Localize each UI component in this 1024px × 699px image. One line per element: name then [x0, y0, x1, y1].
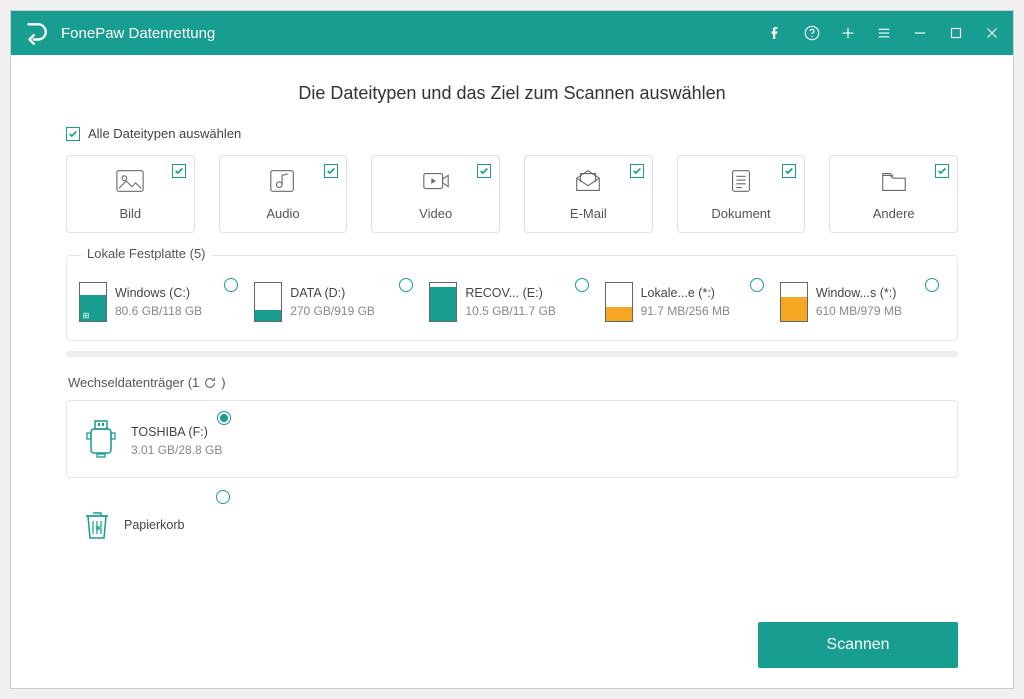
- main-content: Die Dateitypen und das Ziel zum Scannen …: [11, 55, 1013, 688]
- plus-icon[interactable]: [839, 24, 857, 42]
- card-image-label: Bild: [119, 206, 141, 221]
- card-other[interactable]: Andere: [829, 155, 958, 233]
- card-document-label: Dokument: [711, 206, 770, 221]
- audio-icon: [268, 167, 298, 200]
- drive-size: 91.7 MB/256 MB: [641, 304, 730, 318]
- card-image-checkbox[interactable]: [172, 164, 186, 178]
- drive-info: Window...s (*:) 610 MB/979 MB: [816, 282, 902, 318]
- drive-info: DATA (D:) 270 GB/919 GB: [290, 282, 375, 318]
- app-title: FonePaw Datenrettung: [61, 25, 767, 42]
- card-audio-checkbox[interactable]: [324, 164, 338, 178]
- drive-info: Lokale...e (*:) 91.7 MB/256 MB: [641, 282, 730, 318]
- windows-badge-icon: ⊞: [81, 310, 91, 320]
- drive-size: 10.5 GB/11.7 GB: [465, 304, 556, 318]
- drive-name: RECOV... (E:): [465, 286, 556, 300]
- scan-button[interactable]: Scannen: [758, 622, 958, 668]
- drive-radio[interactable]: [750, 278, 764, 292]
- drives-row: ⊞ Windows (C:) 80.6 GB/118 GB DATA (D:) …: [79, 282, 945, 322]
- disk-icon: ⊞: [79, 282, 107, 322]
- drive-radio[interactable]: [224, 278, 238, 292]
- folder-icon: [879, 167, 909, 200]
- disk-icon: [605, 282, 633, 322]
- menu-icon[interactable]: [875, 24, 893, 42]
- drive-radio[interactable]: [575, 278, 589, 292]
- app-window: FonePaw Datenrettung Die Dateitypen und …: [10, 10, 1014, 689]
- removable-drive-size: 3.01 GB/28.8 GB: [131, 443, 222, 457]
- removable-drive-info: TOSHIBA (F:) 3.01 GB/28.8 GB: [131, 421, 222, 457]
- card-email[interactable]: E-Mail: [524, 155, 653, 233]
- drive-item[interactable]: Lokale...e (*:) 91.7 MB/256 MB: [605, 282, 770, 322]
- drive-item[interactable]: Window...s (*:) 610 MB/979 MB: [780, 282, 945, 322]
- app-logo-icon: [23, 20, 49, 46]
- card-other-label: Andere: [873, 206, 915, 221]
- removable-section-label: Wechseldatenträger (1 ): [68, 375, 958, 390]
- card-image[interactable]: Bild: [66, 155, 195, 233]
- help-icon[interactable]: [803, 24, 821, 42]
- card-email-checkbox[interactable]: [630, 164, 644, 178]
- drive-info: Windows (C:) 80.6 GB/118 GB: [115, 282, 202, 318]
- drive-name: Windows (C:): [115, 286, 202, 300]
- drive-radio[interactable]: [925, 278, 939, 292]
- image-icon: [115, 167, 145, 200]
- window-controls: [767, 24, 1001, 42]
- drive-name: Window...s (*:): [816, 286, 902, 300]
- recycle-bin[interactable]: Papierkorb: [66, 500, 958, 542]
- disk-icon: [429, 282, 457, 322]
- card-document-checkbox[interactable]: [782, 164, 796, 178]
- refresh-icon[interactable]: [203, 376, 217, 390]
- email-icon: [573, 167, 603, 200]
- recycle-bin-icon: [82, 508, 112, 542]
- local-drives-label: Lokale Festplatte (5): [81, 246, 212, 261]
- recycle-radio[interactable]: [216, 490, 230, 504]
- card-document[interactable]: Dokument: [677, 155, 806, 233]
- card-video-label: Video: [419, 206, 452, 221]
- local-drives-group: Lokale Festplatte (5) ⊞ Windows (C:) 80.…: [66, 255, 958, 341]
- drive-name: Lokale...e (*:): [641, 286, 730, 300]
- drive-size: 610 MB/979 MB: [816, 304, 902, 318]
- card-audio-label: Audio: [266, 206, 299, 221]
- drive-name: DATA (D:): [290, 286, 375, 300]
- drive-size: 270 GB/919 GB: [290, 304, 375, 318]
- card-other-checkbox[interactable]: [935, 164, 949, 178]
- titlebar: FonePaw Datenrettung: [11, 11, 1013, 55]
- card-email-label: E-Mail: [570, 206, 607, 221]
- document-icon: [726, 167, 756, 200]
- select-all-label: Alle Dateitypen auswählen: [88, 126, 241, 141]
- recycle-bin-label: Papierkorb: [124, 518, 184, 532]
- horizontal-scrollbar[interactable]: [66, 351, 958, 357]
- drive-size: 80.6 GB/118 GB: [115, 304, 202, 318]
- select-all-checkbox[interactable]: [66, 127, 80, 141]
- card-audio[interactable]: Audio: [219, 155, 348, 233]
- removable-drive[interactable]: TOSHIBA (F:) 3.01 GB/28.8 GB: [66, 400, 958, 478]
- disk-icon: [254, 282, 282, 322]
- video-icon: [421, 167, 451, 200]
- maximize-icon[interactable]: [947, 24, 965, 42]
- page-heading: Die Dateitypen und das Ziel zum Scannen …: [66, 83, 958, 104]
- drive-item[interactable]: ⊞ Windows (C:) 80.6 GB/118 GB: [79, 282, 244, 322]
- card-video[interactable]: Video: [371, 155, 500, 233]
- select-all-row[interactable]: Alle Dateitypen auswählen: [66, 126, 958, 141]
- disk-icon: [780, 282, 808, 322]
- filetype-cards: Bild Audio Video E-Mail Dokument: [66, 155, 958, 233]
- usb-icon: [83, 419, 119, 459]
- close-icon[interactable]: [983, 24, 1001, 42]
- drive-radio[interactable]: [399, 278, 413, 292]
- card-video-checkbox[interactable]: [477, 164, 491, 178]
- drive-info: RECOV... (E:) 10.5 GB/11.7 GB: [465, 282, 556, 318]
- minimize-icon[interactable]: [911, 24, 929, 42]
- drive-item[interactable]: RECOV... (E:) 10.5 GB/11.7 GB: [429, 282, 594, 322]
- removable-radio[interactable]: [217, 411, 231, 425]
- removable-drive-name: TOSHIBA (F:): [131, 425, 222, 439]
- drive-item[interactable]: DATA (D:) 270 GB/919 GB: [254, 282, 419, 322]
- facebook-icon[interactable]: [767, 24, 785, 42]
